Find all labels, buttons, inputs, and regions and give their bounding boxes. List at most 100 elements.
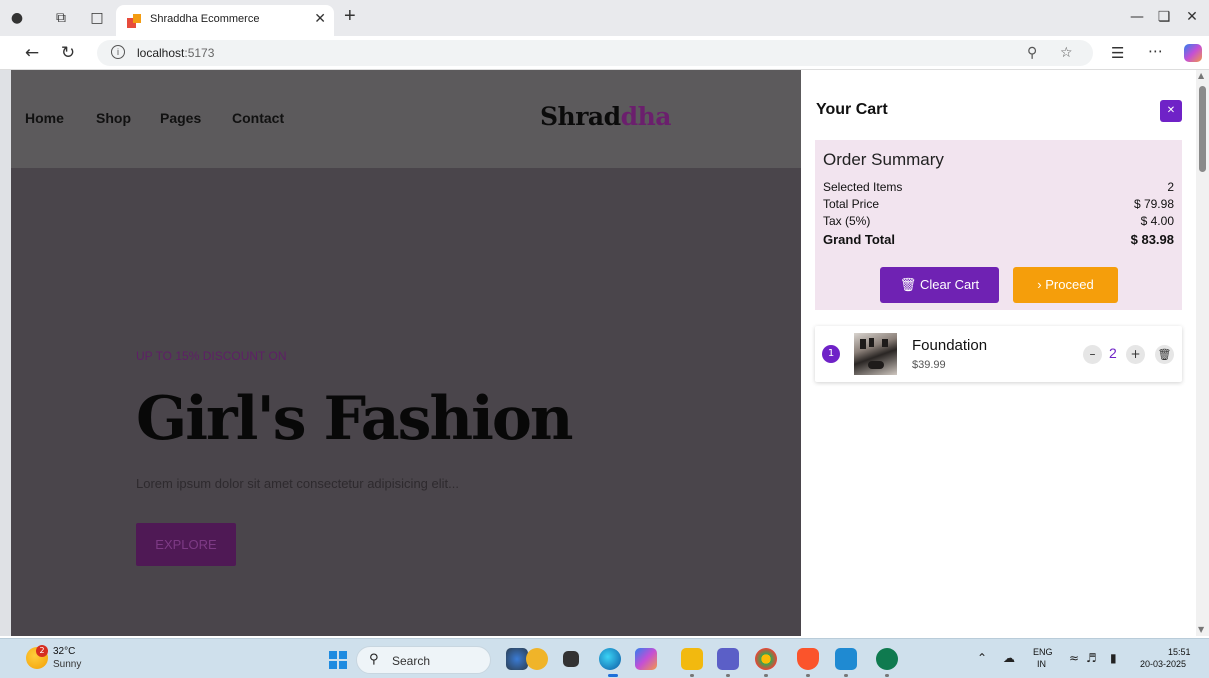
page-scrollbar[interactable]: ▲ ▼ [1196, 70, 1209, 636]
password-key-icon[interactable]: ⚲ [1027, 45, 1037, 61]
summary-value: $ 79.98 [1133, 197, 1174, 211]
scroll-down-icon[interactable]: ▼ [1198, 625, 1204, 634]
restore-button[interactable]: ❏ [1154, 9, 1174, 25]
proceed-label: Proceed [1045, 277, 1094, 292]
close-window-button[interactable]: ✕ [1182, 9, 1202, 25]
taskbar-search[interactable]: ⚲ Search [356, 646, 491, 674]
summary-value: $ 4.00 [1140, 214, 1174, 228]
active-app-indicator [608, 674, 618, 677]
chrome-icon[interactable] [755, 648, 777, 670]
tab-actions-icon[interactable]: □ [88, 9, 106, 27]
language-indicator[interactable]: ENG [1033, 647, 1053, 657]
summary-value: 2 [1167, 180, 1174, 194]
scrollbar-thumb[interactable] [1199, 86, 1206, 172]
increase-quantity-button[interactable]: + [1126, 345, 1145, 364]
nav-home-link[interactable]: Home [25, 110, 64, 126]
nav-contact-link[interactable]: Contact [232, 110, 284, 126]
favorites-icon[interactable]: ☰ [1111, 44, 1124, 62]
new-tab-button[interactable]: + [344, 5, 356, 28]
site-header: Home Shop Pages Contact Shraddha [11, 70, 801, 168]
nav-pages-link[interactable]: Pages [160, 110, 201, 126]
refresh-button[interactable]: ↻ [58, 43, 78, 63]
cart-item: 1 Foundation $39.99 – 2 + 🗑 [815, 326, 1182, 382]
profile-icon[interactable]: ● [8, 9, 26, 27]
mongodb-icon[interactable] [876, 648, 898, 670]
decrease-quantity-button[interactable]: – [1083, 345, 1102, 364]
task-view-icon[interactable] [563, 651, 579, 667]
battery-icon[interactable]: ▮ [1110, 651, 1117, 665]
browser-toolbar: ← ↻ i localhost:5173 ⚲ ☆ ☰ ⋯ [0, 36, 1209, 70]
browser-tab-active[interactable]: Shraddha Ecommerce ✕ [116, 5, 334, 36]
order-summary: Order Summary Selected Items 2 Total Pri… [815, 140, 1182, 310]
app-running-dot [844, 674, 848, 677]
url-text: localhost:5173 [137, 46, 215, 60]
news-icon[interactable] [526, 648, 548, 670]
trash-icon: 🗑 [899, 277, 917, 292]
item-name: Foundation [912, 337, 988, 354]
hero-kicker: UP TO 15% DISCOUNT ON [136, 349, 287, 363]
page-left-edge [0, 70, 11, 636]
site-favicon-icon [127, 14, 141, 28]
show-hidden-icons-chevron-icon[interactable]: ⌃ [977, 651, 987, 665]
weather-badge: 2 [36, 645, 48, 657]
teams-icon[interactable] [717, 648, 739, 670]
grand-total-label: Grand Total [823, 232, 895, 247]
proceed-button[interactable]: › Proceed [1013, 267, 1118, 303]
search-icon: ⚲ [369, 652, 379, 667]
item-index-badge: 1 [822, 345, 840, 363]
cart-drawer: Your Cart ✕ Order Summary Selected Items… [801, 70, 1196, 636]
hero-title: Girl's Fashion [136, 384, 574, 454]
clear-cart-label: Clear Cart [919, 277, 980, 292]
tab-close-icon[interactable]: ✕ [314, 11, 326, 27]
favorite-star-icon[interactable]: ☆ [1060, 45, 1073, 61]
wifi-icon[interactable]: ≈ [1069, 651, 1079, 665]
clock-date[interactable]: 20-03-2025 [1140, 659, 1186, 669]
order-summary-title: Order Summary [823, 150, 944, 169]
cart-close-button[interactable]: ✕ [1160, 100, 1182, 122]
address-bar[interactable]: i localhost:5173 ⚲ ☆ [97, 40, 1093, 66]
widgets-icon[interactable] [506, 648, 528, 670]
file-explorer-icon[interactable] [681, 648, 703, 670]
workspaces-icon[interactable]: ⧉ [52, 9, 70, 27]
weather-condition[interactable]: Sunny [53, 659, 81, 670]
item-price: $39.99 [912, 359, 946, 371]
more-menu-icon[interactable]: ⋯ [1148, 42, 1163, 60]
windows-start-icon[interactable] [329, 651, 347, 669]
grand-total-value: $ 83.98 [1130, 232, 1174, 247]
explore-button[interactable]: EXPLORE [136, 523, 236, 566]
summary-label: Tax (5%) [823, 214, 871, 228]
vscode-icon[interactable] [835, 648, 857, 670]
site-info-icon[interactable]: i [111, 45, 125, 59]
brave-icon[interactable] [797, 648, 819, 670]
scroll-up-icon[interactable]: ▲ [1198, 71, 1204, 80]
chevron-right-icon: › [1037, 277, 1042, 292]
nav-shop-link[interactable]: Shop [96, 110, 131, 126]
volume-icon[interactable]: ♬ [1086, 651, 1097, 665]
clock-time[interactable]: 15:51 [1168, 647, 1191, 657]
cart-title: Your Cart [816, 101, 888, 118]
taskbar-search-label: Search [392, 654, 431, 668]
hero-text: Lorem ipsum dolor sit amet consectetur a… [136, 476, 459, 491]
app-running-dot [690, 674, 694, 677]
app-running-dot [806, 674, 810, 677]
tab-title: Shraddha Ecommerce [150, 13, 260, 25]
app-running-dot [764, 674, 768, 677]
windows-taskbar: 2 32°C Sunny ⚲ Search ⌃ ☁ ENG IN ≈ ♬ ▮ 1… [0, 638, 1209, 678]
language-region[interactable]: IN [1037, 659, 1046, 669]
storefront-page: Home Shop Pages Contact Shraddha UP TO 1… [11, 70, 801, 636]
weather-temperature[interactable]: 32°C [53, 646, 75, 657]
remove-item-trash-icon[interactable]: 🗑 [1155, 345, 1174, 364]
summary-label: Selected Items [823, 180, 903, 194]
summary-label: Total Price [823, 197, 880, 211]
minimize-button[interactable]: — [1127, 9, 1147, 25]
clear-cart-button[interactable]: 🗑 Clear Cart [880, 267, 999, 303]
onedrive-cloud-icon[interactable]: ☁ [1003, 651, 1015, 665]
browser-titlebar: ● ⧉ □ Shraddha Ecommerce ✕ + — ❏ ✕ [0, 0, 1209, 36]
app-running-dot [885, 674, 889, 677]
edge-browser-icon[interactable] [599, 648, 621, 670]
site-logo[interactable]: Shraddha [540, 102, 671, 131]
app-running-dot [726, 674, 730, 677]
copilot-icon[interactable] [1184, 44, 1202, 62]
copilot-app-icon[interactable] [635, 648, 657, 670]
back-button[interactable]: ← [22, 43, 42, 63]
